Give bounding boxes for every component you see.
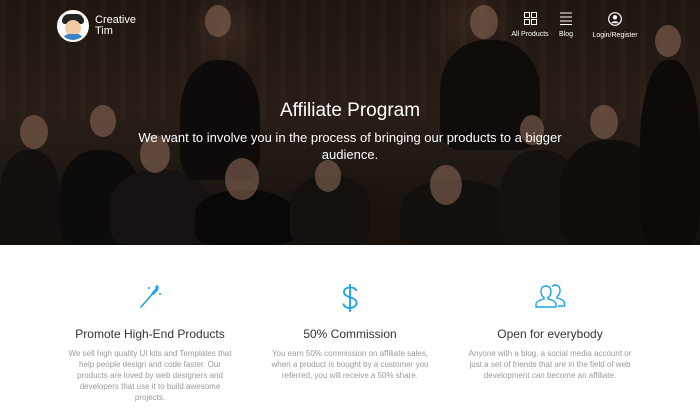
feature-title: Open for everybody (497, 327, 603, 341)
feature-text: We sell high quality UI kits and Templat… (68, 349, 232, 402)
dollar-icon (342, 284, 358, 312)
nav-item-login-register[interactable]: Login/Register (590, 12, 640, 39)
grid-icon (523, 12, 537, 25)
nav-item-label: Blog (558, 31, 573, 38)
hero-subtitle: We want to involve you in the process of… (138, 130, 562, 162)
feature-commission: 50% Commission You earn 50% commission o… (265, 245, 435, 381)
features-section: Promote High-End Products We sell high q… (0, 245, 700, 411)
nav-item-label: All Products (511, 31, 549, 38)
users-icon (535, 284, 566, 308)
brand-link[interactable]: Creative Tim (57, 10, 145, 42)
brand-logo-icon (57, 10, 89, 42)
feature-title: Promote High-End Products (75, 327, 225, 341)
feature-text: Anyone with a blog, a social media accou… (468, 349, 632, 380)
feature-promote: Promote High-End Products We sell high q… (65, 245, 235, 403)
hero-section: Creative Tim All Products Blog Login/Reg… (0, 0, 700, 245)
nav-item-blog[interactable]: Blog (556, 12, 576, 38)
nav-item-all-products[interactable]: All Products (506, 12, 554, 38)
feature-open: Open for everybody Anyone with a blog, a… (465, 245, 635, 381)
hero-text: Affiliate Program We want to involve you… (0, 100, 700, 163)
list-icon (560, 12, 572, 25)
magic-wand-icon (140, 284, 161, 308)
nav-item-label: Login/Register (592, 32, 638, 39)
brand-name: Creative Tim (95, 14, 136, 37)
feature-title: 50% Commission (303, 327, 397, 341)
hero-title: Affiliate Program (279, 100, 421, 121)
feature-text: You earn 50% commission on affiliate sal… (271, 349, 429, 380)
user-icon (608, 12, 622, 26)
